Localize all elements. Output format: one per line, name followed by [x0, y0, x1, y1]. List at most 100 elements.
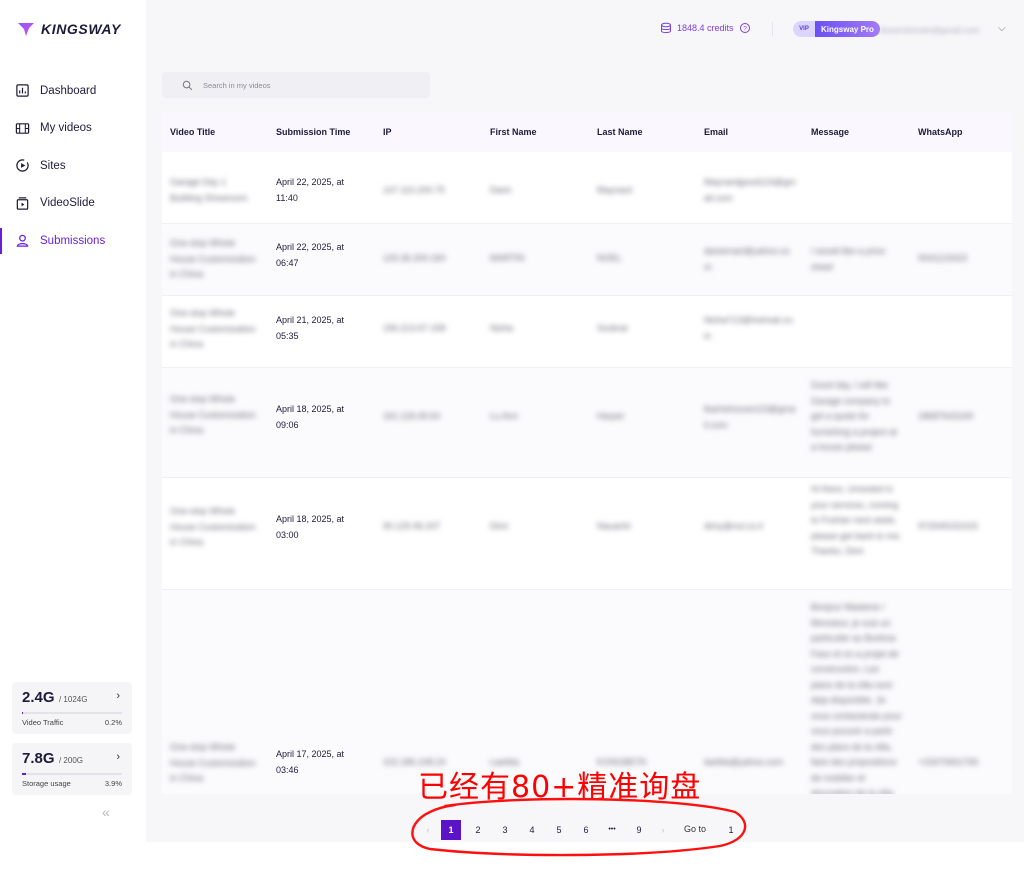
traffic-progress-fill [22, 712, 23, 714]
message-cell: Good day, I will like Garage company to … [811, 380, 898, 452]
table-row[interactable]: One-stop Whole House Customization in Ch… [162, 368, 1012, 478]
storage-label: Storage usage [22, 779, 71, 788]
column-header[interactable]: Message [811, 112, 849, 152]
table-row[interactable]: Garage Day 1 Building Showroom April 22,… [162, 152, 1012, 224]
video-traffic-card[interactable]: 2.4G / 1024G › Video Traffic 0.2% [12, 682, 132, 734]
first-name-cell: MARTIN [490, 253, 525, 263]
search-icon [182, 80, 193, 90]
last-name-cell: Sookrai [597, 323, 628, 333]
message-cell: Hi there, Umested in your services, comi… [811, 484, 902, 556]
email-cell: Maynardgood123@gmail.com [704, 177, 796, 203]
ip-cell: 147.110.200.75 [383, 185, 445, 195]
email-cell: Nisha713@hotmail.co.in [704, 315, 795, 341]
sidebar-item-label: My videos [40, 122, 92, 135]
table-row[interactable]: One-stop Whole House Customization in Ch… [162, 296, 1012, 368]
sidebar-nav: Dashboard My videos Sites VideoSlide Sub… [0, 72, 146, 260]
brand-name: KINGSWAY [41, 21, 121, 37]
credits-display[interactable]: 1848.4 credits ? [660, 22, 751, 34]
column-header[interactable]: WhatsApp [918, 112, 963, 152]
chevron-down-icon[interactable]: ⌵ [998, 23, 1006, 34]
traffic-used: 2.4G [22, 689, 55, 706]
message-cell: I would like a price sheet [811, 246, 886, 272]
page-button-3[interactable]: 3 [495, 820, 515, 840]
whatsapp-cell: 18687643169 [918, 411, 974, 421]
storage-total: / 200G [58, 756, 83, 765]
plan-name: Kingsway Pro [815, 21, 880, 37]
storage-percent: 3.9% [104, 779, 122, 788]
more-pages-ellipsis[interactable]: ••• [602, 820, 622, 840]
traffic-total: / 1024G [58, 695, 88, 704]
sidebar-item-my-videos[interactable]: My videos [0, 110, 146, 148]
submission-time-cell: April 17, 2025, at 03:46 [276, 749, 345, 775]
chevron-right-icon: › [116, 751, 120, 763]
ip-cell: 90.125.96.207 [383, 521, 441, 531]
help-icon[interactable]: ? [739, 22, 751, 34]
dashboard-icon [16, 84, 29, 97]
sidebar-item-label: Sites [40, 159, 66, 172]
column-header[interactable]: Last Name [597, 112, 643, 152]
column-header[interactable]: Video Title [170, 112, 215, 152]
sidebar-item-submissions[interactable]: Submissions [0, 222, 146, 260]
last-name-cell: Maynard [597, 185, 633, 195]
video-title-cell: One-stop Whole House Customization in Ch… [170, 308, 256, 349]
storage-progress-bar [22, 773, 122, 775]
topbar-divider [772, 22, 773, 36]
sidebar-item-dashboard[interactable]: Dashboard [0, 72, 146, 110]
traffic-label: Video Traffic [22, 718, 64, 727]
kingsway-logo-icon [18, 23, 34, 36]
first-name-cell: Nisha [490, 323, 514, 333]
plan-badge[interactable]: VIP Kingsway Pro [793, 21, 880, 37]
page-button-5[interactable]: 5 [549, 820, 569, 840]
last-name-cell: Harper [597, 411, 625, 421]
column-header[interactable]: Submission Time [276, 112, 350, 152]
page-button-4[interactable]: 4 [522, 820, 542, 840]
prev-page-button[interactable]: ‹ [418, 820, 438, 840]
goto-page-input[interactable] [716, 820, 746, 840]
submission-time-cell: April 21, 2025, at 05:35 [276, 315, 345, 341]
video-title-cell: One-stop Whole House Customization in Ch… [170, 506, 256, 547]
sidebar: KINGSWAY Dashboard My videos Sites Video… [0, 0, 146, 842]
pagination: ‹ 1 2 3 4 5 6 ••• 9 › [0, 820, 1024, 842]
submissions-icon [16, 234, 29, 247]
first-name-cell: Dimi [490, 521, 508, 531]
table-row[interactable]: One-stop Whole House Customization in Ch… [162, 224, 1012, 296]
coins-icon [661, 22, 671, 33]
vip-badge: VIP [793, 21, 815, 37]
storage-used: 7.8G [22, 750, 55, 767]
storage-usage-card[interactable]: 7.8G / 200G › Storage usage 3.9% [12, 743, 132, 795]
collapse-sidebar-icon[interactable]: « [102, 804, 110, 820]
brand-logo[interactable]: KINGSWAY [17, 20, 121, 38]
sites-icon [16, 159, 29, 172]
submission-time-cell: April 18, 2025, at 03:00 [276, 514, 345, 540]
annotation-text: 已经有80+精准询盘 [418, 770, 702, 805]
chevron-right-icon: › [116, 690, 120, 702]
page-button-6[interactable]: 6 [576, 820, 596, 840]
page-button-2[interactable]: 2 [468, 820, 488, 840]
user-email[interactable]: dreamdomain@gmail.com [880, 25, 979, 35]
help-glyph: ? [743, 25, 747, 32]
last-name-cell: NOEL [597, 253, 622, 263]
search-bar[interactable] [162, 72, 430, 98]
sidebar-item-sites[interactable]: Sites [0, 147, 146, 185]
column-header[interactable]: Email [704, 112, 728, 152]
search-input[interactable] [203, 80, 403, 90]
sidebar-item-videoslide[interactable]: VideoSlide [0, 185, 146, 223]
column-header[interactable]: IP [383, 112, 392, 152]
table-header: Video Title Submission Time IP First Nam… [162, 112, 1012, 152]
first-name-cell: Darin [490, 185, 512, 195]
ip-cell: 161.118.49.64 [383, 411, 440, 421]
last-name-cell: Nauanhi [597, 521, 631, 531]
table-row[interactable]: One-stop Whole House Customization in Ch… [162, 478, 1012, 590]
page-button-9[interactable]: 9 [629, 820, 649, 840]
submission-time-cell: April 22, 2025, at 11:40 [276, 177, 345, 203]
next-page-button[interactable]: › [653, 820, 673, 840]
goto-label: Go to [684, 824, 707, 834]
submission-time-cell: April 22, 2025, at 06:47 [276, 242, 345, 268]
sidebar-item-label: Submissions [40, 234, 106, 247]
whatsapp-cell: 0041123422 [918, 253, 968, 263]
page-button-1[interactable]: 1 [441, 820, 461, 840]
column-header[interactable]: First Name [490, 112, 537, 152]
video-title-cell: One-stop Whole House Customization in Ch… [170, 238, 256, 279]
video-title-cell: Garage Day 1 Building Showroom [170, 177, 248, 203]
email-cell: laetitia@yahoo.com [704, 757, 784, 767]
